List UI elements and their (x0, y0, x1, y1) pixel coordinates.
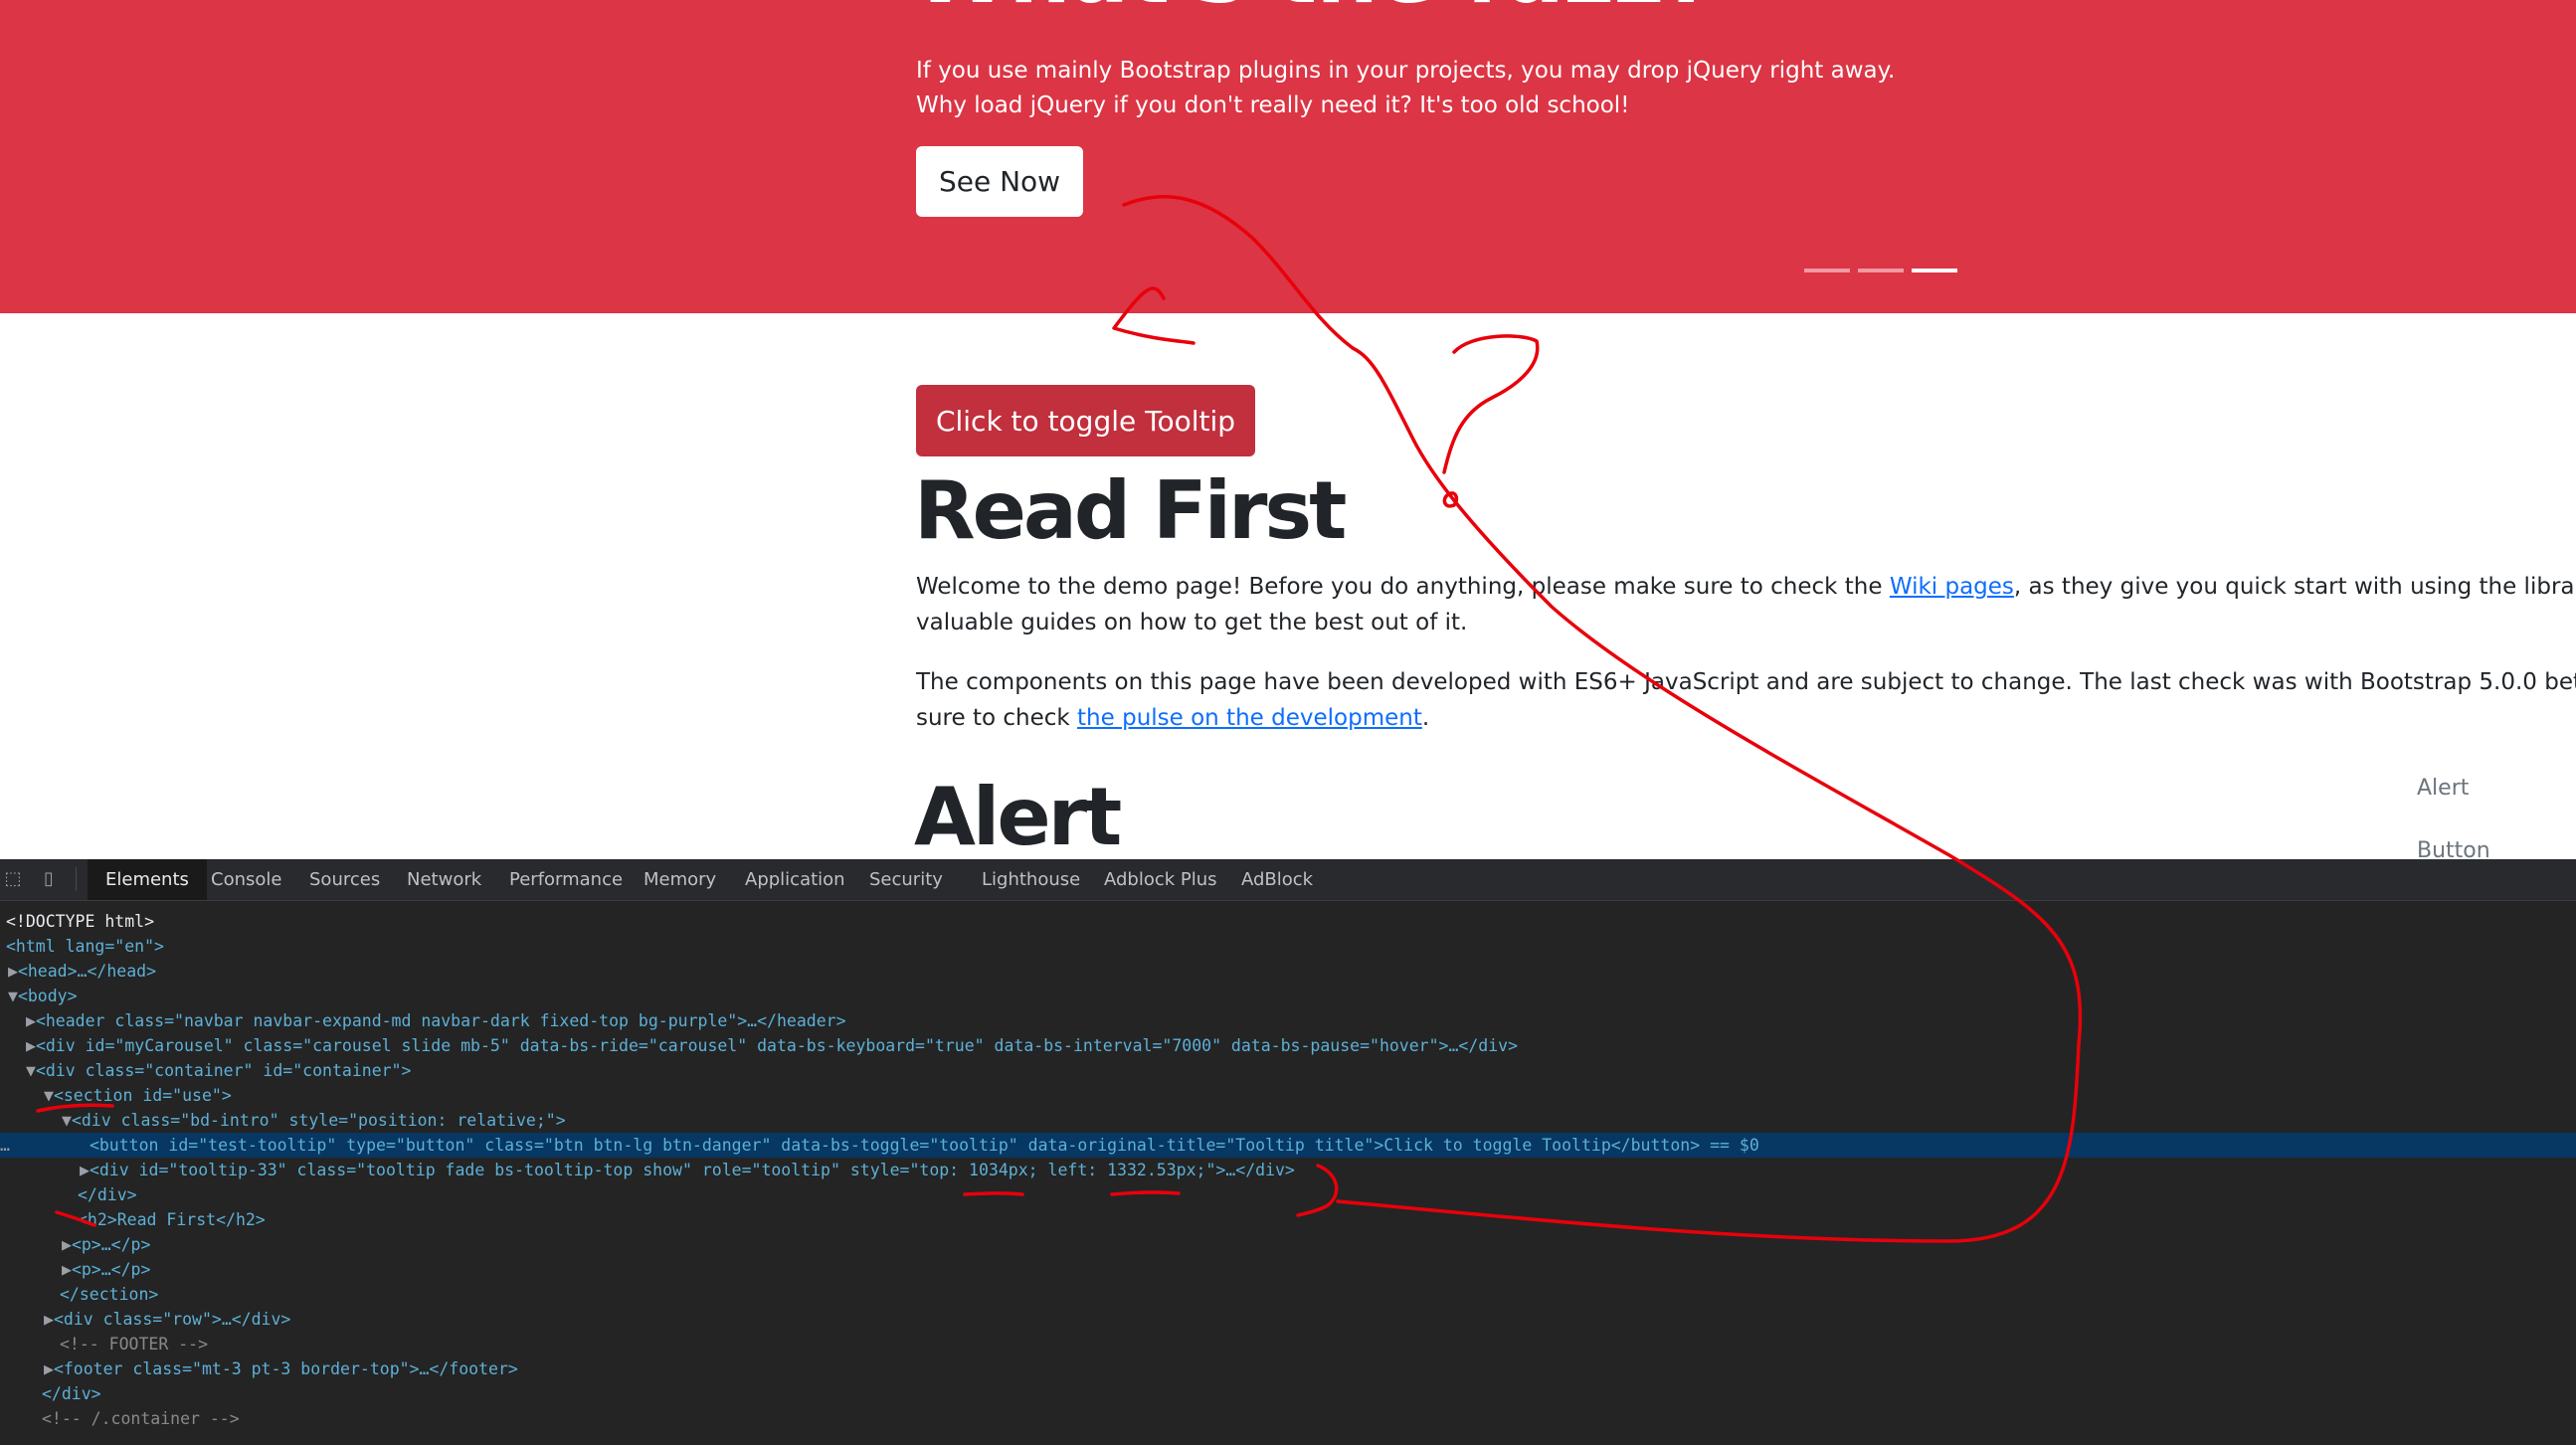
intro-text-1: Welcome to the demo page! Before you do … (916, 574, 1890, 600)
devtools-panel: ⬚ ▯ Elements Console Sources Network Per… (0, 859, 2576, 1445)
carousel-indicator-2[interactable] (1858, 269, 1904, 272)
dom-text: <p>…</p> (71, 1260, 151, 1279)
dom-text: <div class="container" id="container"> (35, 1061, 412, 1080)
dom-line-body[interactable]: ▼<body> (0, 984, 2576, 1008)
dom-line-footer[interactable]: ▶<footer class="mt-3 pt-3 border-top">…<… (0, 1356, 2576, 1381)
carousel-indicators (1804, 269, 1957, 272)
dom-text: <footer class="mt-3 pt-3 border-top">…</… (53, 1359, 518, 1378)
dom-text: <div class="bd-intro" style="position: r… (71, 1111, 566, 1130)
dom-text: <div id="myCarousel" class="carousel sli… (35, 1036, 1519, 1055)
components-text: sure to check (916, 705, 1078, 731)
dom-text: </section> (60, 1285, 159, 1304)
dom-text: <button id="test-tooltip" type="button" … (89, 1136, 1759, 1155)
tab-security[interactable]: Security (869, 859, 943, 900)
dom-line-selected-button[interactable]: … <button id="test-tooltip" type="button"… (0, 1133, 2576, 1158)
dom-text: <!DOCTYPE html> (6, 912, 155, 931)
tab-console[interactable]: Console (211, 859, 281, 900)
dom-line-bd-intro[interactable]: ▼<div class="bd-intro" style="position: … (0, 1108, 2576, 1133)
annotation-question-mark (1442, 334, 1540, 474)
wiki-pages-link[interactable]: Wiki pages (1890, 574, 2014, 600)
carousel-indicator-3[interactable] (1912, 269, 1957, 272)
tab-adblock-plus[interactable]: Adblock Plus (1104, 859, 1217, 900)
components-paragraph: The components on this page have been de… (916, 664, 2576, 736)
dom-line-p-2[interactable]: ▶<p>…</p> (0, 1257, 2576, 1282)
dom-line-header[interactable]: ▶<header class="navbar navbar-expand-md … (0, 1008, 2576, 1033)
expand-arrow-icon[interactable]: ▶ (0, 1011, 36, 1030)
dom-line-doctype[interactable]: <!DOCTYPE html> (0, 909, 2576, 934)
dom-line-div-close[interactable]: </div> (0, 1182, 2576, 1207)
read-first-heading: Read First (914, 464, 1347, 557)
dom-text: <h2>Read First</h2> (78, 1210, 266, 1229)
collapse-arrow-icon[interactable]: ▼ (0, 1111, 72, 1130)
components-paragraph-line-2: sure to check the pulse on the developme… (916, 700, 2576, 736)
dom-text: <section id="use"> (53, 1086, 232, 1105)
dom-text: <div id="tooltip-33" class="tooltip fade… (89, 1161, 1295, 1179)
tab-performance[interactable]: Performance (509, 859, 623, 900)
dom-text: <header class="navbar navbar-expand-md n… (35, 1011, 846, 1030)
dom-line-html[interactable]: <html lang="en"> (0, 934, 2576, 959)
tab-application[interactable]: Application (745, 859, 845, 900)
tab-elements[interactable]: Elements (88, 859, 207, 900)
devtools-tab-bar: ⬚ ▯ Elements Console Sources Network Per… (0, 859, 2576, 901)
side-nav-alert[interactable]: Alert (2417, 776, 2469, 801)
expand-arrow-icon[interactable]: ▶ (0, 1161, 90, 1179)
expand-arrow-icon[interactable]: ▶ (0, 1260, 72, 1279)
toggle-tooltip-button[interactable]: Click to toggle Tooltip (916, 385, 1255, 456)
tab-network[interactable]: Network (407, 859, 481, 900)
components-period: . (1421, 705, 1430, 731)
dom-line-container-close[interactable]: </div> (0, 1381, 2576, 1406)
annotation-question-dot (1442, 491, 1459, 508)
collapse-arrow-icon[interactable]: ▼ (0, 1086, 54, 1105)
intro-paragraph: Welcome to the demo page! Before you do … (916, 569, 2576, 640)
hero-line-2: Why load jQuery if you don't really need… (916, 92, 1630, 118)
hero-description: If you use mainly Bootstrap plugins in y… (916, 54, 2010, 123)
dom-line-row[interactable]: ▶<div class="row">…</div> (0, 1307, 2576, 1332)
tab-memory[interactable]: Memory (644, 859, 716, 900)
dom-line-p-1[interactable]: ▶<p>…</p> (0, 1232, 2576, 1257)
components-paragraph-line-1: The components on this page have been de… (916, 669, 2576, 695)
see-now-button[interactable]: See Now (916, 146, 1083, 217)
tab-lighthouse[interactable]: Lighthouse (982, 859, 1080, 900)
intro-paragraph-line-2: valuable guides on how to get the best o… (916, 610, 1468, 635)
intro-text-2: , as they give you quick start with usin… (2013, 574, 2576, 600)
dom-text: <p>…</p> (71, 1235, 151, 1254)
hero-line-1: If you use mainly Bootstrap plugins in y… (916, 58, 1896, 84)
dom-text: <!-- FOOTER --> (60, 1335, 209, 1354)
dom-text: <html lang="en"> (6, 937, 164, 956)
expand-arrow-icon[interactable]: ▶ (0, 962, 18, 981)
expand-arrow-icon[interactable]: ▶ (0, 1036, 36, 1055)
dom-line-section[interactable]: ▼<section id="use"> (0, 1083, 2576, 1108)
expand-arrow-icon[interactable]: ▶ (0, 1310, 54, 1329)
pulse-development-link[interactable]: the pulse on the development (1077, 705, 1422, 731)
tab-sources[interactable]: Sources (309, 859, 380, 900)
dom-line-footer-comment[interactable]: <!-- FOOTER --> (0, 1332, 2576, 1356)
dom-line-h2[interactable]: <h2>Read First</h2> (0, 1207, 2576, 1232)
intro-paragraph-line-1: Welcome to the demo page! Before you do … (916, 569, 2576, 605)
dom-text: <div class="row">…</div> (53, 1310, 291, 1329)
inspect-element-icon[interactable]: ⬚ (2, 869, 24, 889)
tab-adblock[interactable]: AdBlock (1241, 859, 1313, 900)
tab-divider (76, 867, 77, 891)
dom-line-tooltip[interactable]: ▶<div id="tooltip-33" class="tooltip fad… (0, 1158, 2576, 1182)
dom-line-carousel[interactable]: ▶<div id="myCarousel" class="carousel sl… (0, 1033, 2576, 1058)
dom-text: <body> (17, 987, 78, 1005)
alert-heading: Alert (914, 771, 1122, 863)
selection-dots: … (0, 1136, 10, 1155)
dom-line-container-comment[interactable]: <!-- /.container --> (0, 1406, 2576, 1431)
dom-line-section-close[interactable]: </section> (0, 1282, 2576, 1307)
device-toolbar-icon[interactable]: ▯ (38, 869, 60, 889)
collapse-arrow-icon[interactable]: ▼ (0, 987, 18, 1005)
expand-arrow-icon[interactable]: ▶ (0, 1235, 72, 1254)
dom-line-head[interactable]: ▶<head>…</head> (0, 959, 2576, 984)
carousel-indicator-1[interactable] (1804, 269, 1850, 272)
dom-text: </div> (42, 1384, 101, 1403)
carousel-slide: What's the fuzz? If you use mainly Boots… (0, 0, 2576, 313)
dom-text: <head>…</head> (17, 962, 157, 981)
collapse-arrow-icon[interactable]: ▼ (0, 1061, 36, 1080)
dom-line-container[interactable]: ▼<div class="container" id="container"> (0, 1058, 2576, 1083)
hero-title: What's the fuzz? (913, 0, 1715, 23)
dom-text: <!-- /.container --> (42, 1409, 240, 1428)
dom-text: </div> (78, 1185, 137, 1204)
expand-arrow-icon[interactable]: ▶ (0, 1359, 54, 1378)
